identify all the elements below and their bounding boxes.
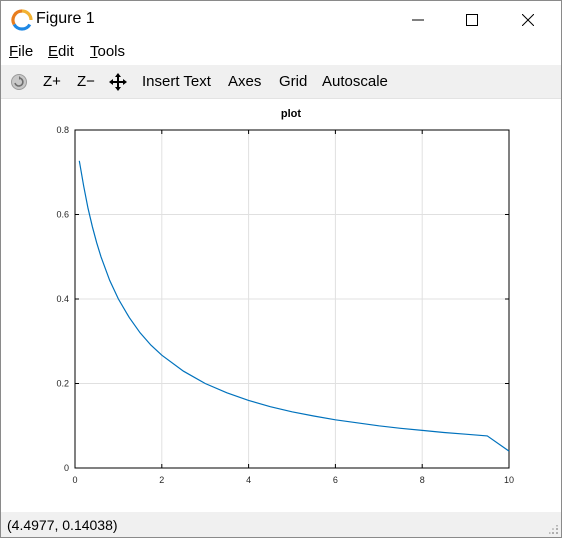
menu-file[interactable]: File (9, 43, 33, 60)
x-tick-label: 2 (159, 475, 164, 485)
pan-icon[interactable] (109, 73, 127, 91)
cursor-coordinates: (4.4977, 0.14038) (7, 517, 118, 533)
insert-text-button[interactable]: Insert Text (142, 73, 211, 90)
status-bar: (4.4977, 0.14038) (1, 512, 561, 537)
x-tick-label: 6 (333, 475, 338, 485)
rotate-icon[interactable] (10, 73, 28, 91)
x-tick-label: 8 (420, 475, 425, 485)
y-tick-label: 0.6 (56, 210, 69, 220)
maximize-icon (466, 14, 478, 26)
menu-bar: File Edit Tools (1, 39, 561, 65)
zoom-in-button[interactable]: Z+ (43, 73, 61, 90)
close-icon (522, 14, 534, 26)
menu-edit[interactable]: Edit (48, 43, 74, 60)
minimize-icon (412, 19, 424, 21)
autoscale-button[interactable]: Autoscale (322, 73, 388, 90)
series-line (78, 160, 510, 452)
x-tick-label: 0 (72, 475, 77, 485)
grid-lines (75, 130, 509, 468)
chart-title: plot (281, 108, 301, 120)
x-tick-label: 10 (504, 475, 514, 485)
grid-button[interactable]: Grid (279, 73, 307, 90)
title-bar[interactable]: Figure 1 (1, 1, 561, 39)
y-tick-label: 0.2 (56, 379, 69, 389)
close-button[interactable] (505, 1, 551, 39)
figure-window: Figure 1 File Edit Tools Z+ Z− Insert Te… (0, 0, 562, 538)
octave-icon (11, 9, 33, 31)
plot-canvas[interactable]: plot 0 2 4 6 8 10 0 0.2 0.4 0.6 0.8 (1, 99, 561, 512)
resize-grip-icon[interactable] (549, 525, 559, 535)
y-tick-label: 0.8 (56, 125, 69, 135)
figure-toolbar: Z+ Z− Insert Text Axes Grid Autoscale (1, 65, 561, 99)
line-chart: plot 0 2 4 6 8 10 0 0.2 0.4 0.6 0.8 (56, 108, 514, 485)
y-tick-label: 0 (64, 463, 69, 473)
maximize-button[interactable] (449, 1, 495, 39)
y-tick-label: 0.4 (56, 294, 69, 304)
menu-tools[interactable]: Tools (90, 43, 125, 60)
tick-labels: 0 2 4 6 8 10 0 0.2 0.4 0.6 0.8 (56, 125, 514, 485)
zoom-out-button[interactable]: Z− (77, 73, 95, 90)
window-title: Figure 1 (36, 10, 95, 27)
axes-button[interactable]: Axes (228, 73, 261, 90)
x-tick-label: 4 (246, 475, 251, 485)
minimize-button[interactable] (395, 1, 441, 39)
